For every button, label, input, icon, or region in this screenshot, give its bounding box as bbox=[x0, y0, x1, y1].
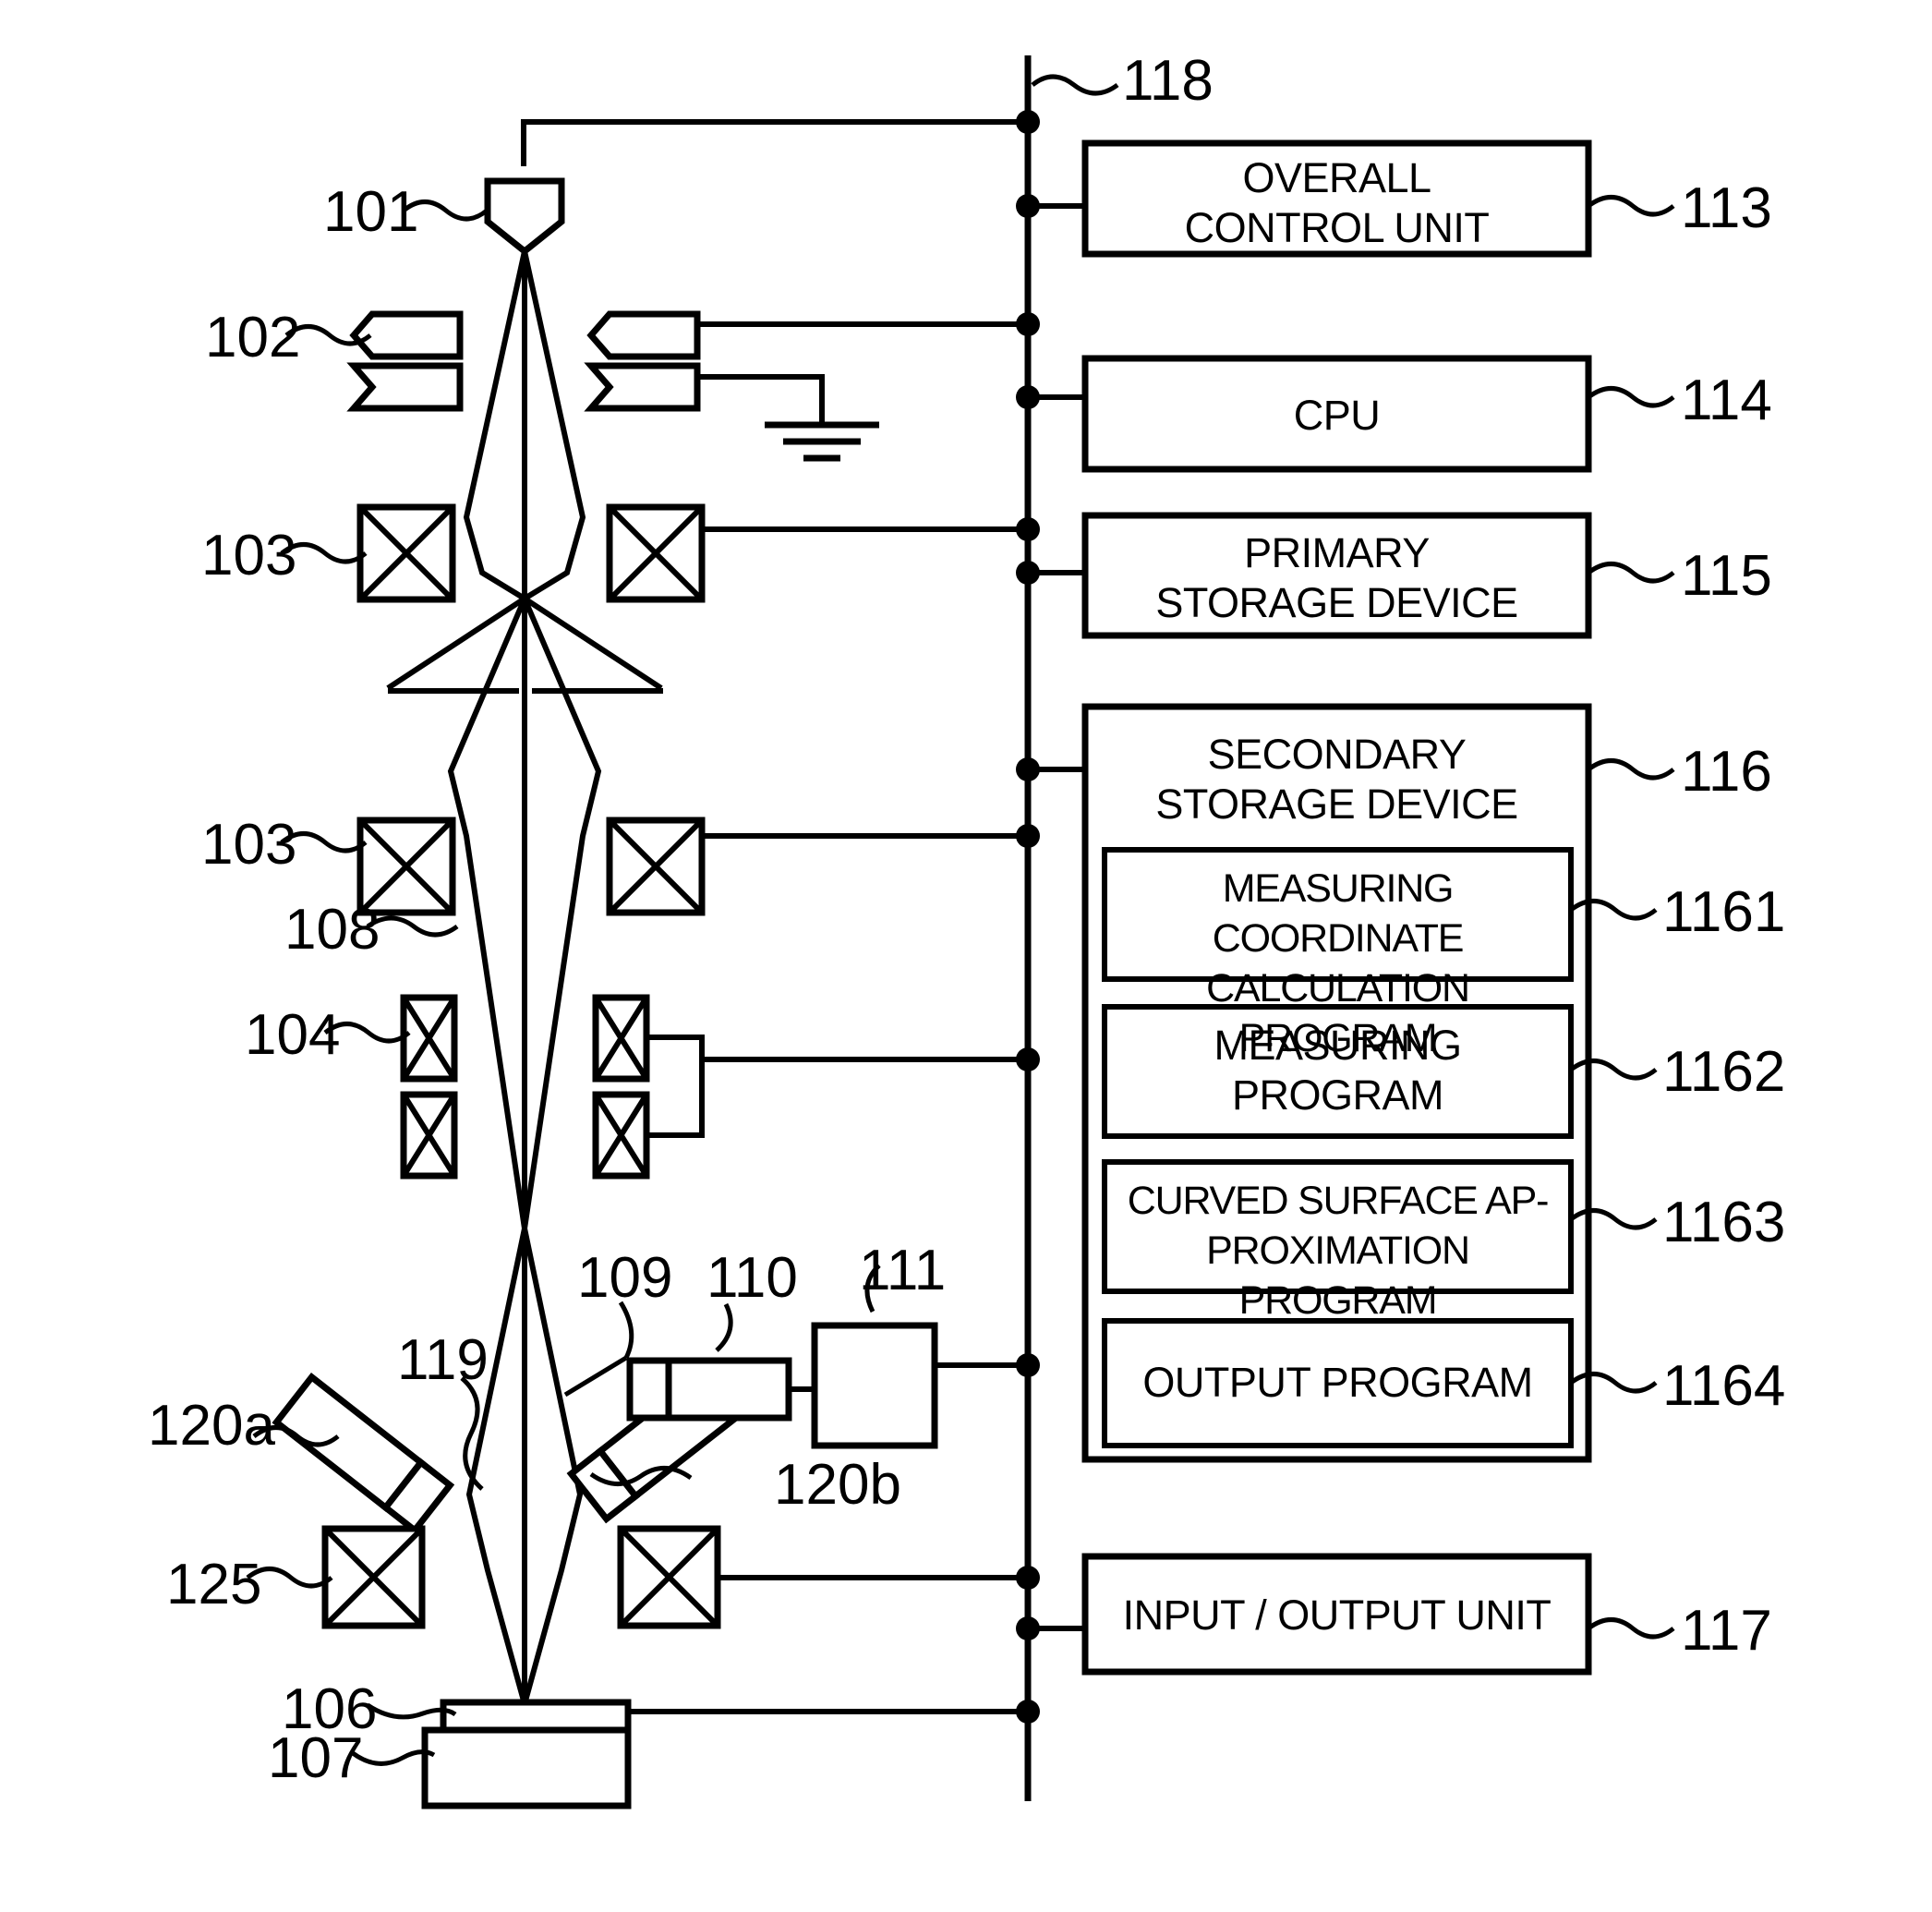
curved-surface-approximation-program-label: CURVED SURFACE AP- PROXIMATION PROGRAM bbox=[1105, 1176, 1571, 1325]
overall-control-unit-line2: CONTROL UNIT bbox=[1184, 204, 1490, 251]
ref-111: 111 bbox=[859, 1238, 946, 1303]
ref-1162: 1162 bbox=[1662, 1039, 1785, 1105]
program-1161-line1: MEASURING COORDINATE bbox=[1212, 866, 1465, 961]
cpu-label: CPU bbox=[1085, 391, 1588, 441]
program-1162-line2: PROGRAM bbox=[1231, 1071, 1444, 1119]
primary-storage-line1: PRIMARY bbox=[1244, 529, 1430, 576]
ref-111-text: 111 bbox=[859, 1239, 947, 1302]
overall-control-unit-label: OVERALL CONTROL UNIT bbox=[1085, 153, 1588, 253]
output-program-label: OUTPUT PROGRAM bbox=[1105, 1358, 1571, 1408]
ref-115-text: 115 bbox=[1681, 544, 1772, 608]
program-1163-line2: PROXIMATION PROGRAM bbox=[1206, 1228, 1470, 1323]
deflector-plates-right[interactable] bbox=[584, 310, 1028, 425]
ref-107-text: 107 bbox=[268, 1726, 364, 1790]
ref-101: 101 bbox=[323, 179, 418, 245]
ref-120a: 120a bbox=[148, 1393, 275, 1458]
program-1163-line1: CURVED SURFACE AP- bbox=[1127, 1179, 1550, 1223]
condenser-lens-upper-right[interactable] bbox=[606, 503, 1028, 603]
input-output-unit-line1: INPUT / OUTPUT UNIT bbox=[1122, 1591, 1552, 1639]
ref-107: 107 bbox=[268, 1725, 363, 1791]
ref-119: 119 bbox=[397, 1327, 489, 1393]
program-1162-line1: MEASURING bbox=[1214, 1022, 1462, 1069]
ref-120b: 120b bbox=[774, 1452, 901, 1518]
ref-125-text: 125 bbox=[166, 1553, 262, 1616]
secondary-storage-line1: SECONDARY bbox=[1207, 731, 1467, 778]
ref-120b-text: 120b bbox=[774, 1453, 901, 1517]
ref-1162-text: 1162 bbox=[1662, 1040, 1786, 1104]
ref-108: 108 bbox=[284, 897, 380, 962]
ref-114: 114 bbox=[1681, 368, 1772, 433]
ref-114-text: 114 bbox=[1681, 369, 1772, 432]
ref-118: 118 bbox=[1122, 48, 1214, 114]
electron-gun[interactable] bbox=[402, 177, 565, 256]
patent-figure: 118 OVERALL CONTROL UNIT 113 CPU 114 PRI… bbox=[0, 0, 1932, 1912]
ref-113-text: 113 bbox=[1681, 176, 1772, 240]
ref-102: 102 bbox=[205, 305, 300, 370]
ref-116-text: 116 bbox=[1681, 740, 1772, 804]
sample[interactable] bbox=[366, 1699, 632, 1734]
deflector-plates-left[interactable] bbox=[284, 310, 464, 412]
ref-115: 115 bbox=[1681, 543, 1772, 609]
secondary-storage-line2: STORAGE DEVICE bbox=[1155, 781, 1518, 828]
alignment-deflector-right[interactable] bbox=[592, 994, 1028, 1180]
ref-104-text: 104 bbox=[245, 1003, 341, 1067]
ref-119-text: 119 bbox=[397, 1328, 489, 1392]
signal-amplifier[interactable] bbox=[626, 1302, 792, 1422]
ref-103-upper: 103 bbox=[201, 523, 296, 588]
condenser-lens-upper-left[interactable] bbox=[280, 503, 456, 603]
ref-110-text: 110 bbox=[706, 1246, 798, 1310]
detector-mount-leader bbox=[563, 1301, 634, 1398]
ref-103-upper-text: 103 bbox=[201, 524, 297, 587]
ref-110: 110 bbox=[706, 1245, 798, 1311]
secondary-storage-device-label: SECONDARY STORAGE DEVICE bbox=[1085, 730, 1588, 829]
ref-103-lower-text: 103 bbox=[201, 813, 297, 877]
ref-1164: 1164 bbox=[1662, 1353, 1785, 1419]
ref-117-text: 117 bbox=[1681, 1599, 1772, 1663]
measuring-program-label: MEASURING PROGRAM bbox=[1105, 1021, 1571, 1120]
ref-109: 109 bbox=[577, 1245, 672, 1311]
ref-1161-text: 1161 bbox=[1662, 880, 1786, 944]
ref-117: 117 bbox=[1681, 1598, 1772, 1664]
input-output-unit-label: INPUT / OUTPUT UNIT bbox=[1085, 1591, 1588, 1640]
ref-118-text: 118 bbox=[1122, 49, 1214, 113]
ref-125: 125 bbox=[166, 1552, 261, 1617]
condenser-lens-lower-right[interactable] bbox=[606, 817, 1028, 916]
ref-1163: 1163 bbox=[1662, 1190, 1785, 1255]
ref-1164-text: 1164 bbox=[1662, 1354, 1786, 1418]
program-1164-line1: OUTPUT PROGRAM bbox=[1142, 1359, 1533, 1406]
objective-lens-left[interactable] bbox=[246, 1525, 426, 1629]
ref-103-lower: 103 bbox=[201, 812, 296, 877]
ref-104: 104 bbox=[245, 1002, 340, 1068]
objective-lens-right[interactable] bbox=[617, 1525, 1028, 1629]
gun-bus-wire bbox=[521, 119, 1028, 166]
ref-1163-text: 1163 bbox=[1662, 1191, 1786, 1254]
ref-101-text: 101 bbox=[323, 180, 419, 244]
primary-storage-device-label: PRIMARY STORAGE DEVICE bbox=[1085, 528, 1588, 628]
alignment-deflector-left[interactable] bbox=[323, 994, 458, 1180]
ref-113: 113 bbox=[1681, 175, 1772, 241]
cpu-line1: CPU bbox=[1293, 392, 1381, 439]
ref-1161: 1161 bbox=[1662, 879, 1785, 945]
ref-116: 116 bbox=[1681, 739, 1772, 805]
ref-108-text: 108 bbox=[284, 898, 380, 962]
detector-left[interactable] bbox=[252, 1373, 455, 1535]
ref-102-text: 102 bbox=[205, 306, 301, 369]
overall-control-unit-line1: OVERALL bbox=[1242, 154, 1431, 201]
ref-109-text: 109 bbox=[577, 1246, 673, 1310]
ref-120a-text: 120a bbox=[148, 1394, 275, 1458]
ground-symbol bbox=[765, 421, 879, 462]
primary-storage-line2: STORAGE DEVICE bbox=[1155, 579, 1518, 626]
